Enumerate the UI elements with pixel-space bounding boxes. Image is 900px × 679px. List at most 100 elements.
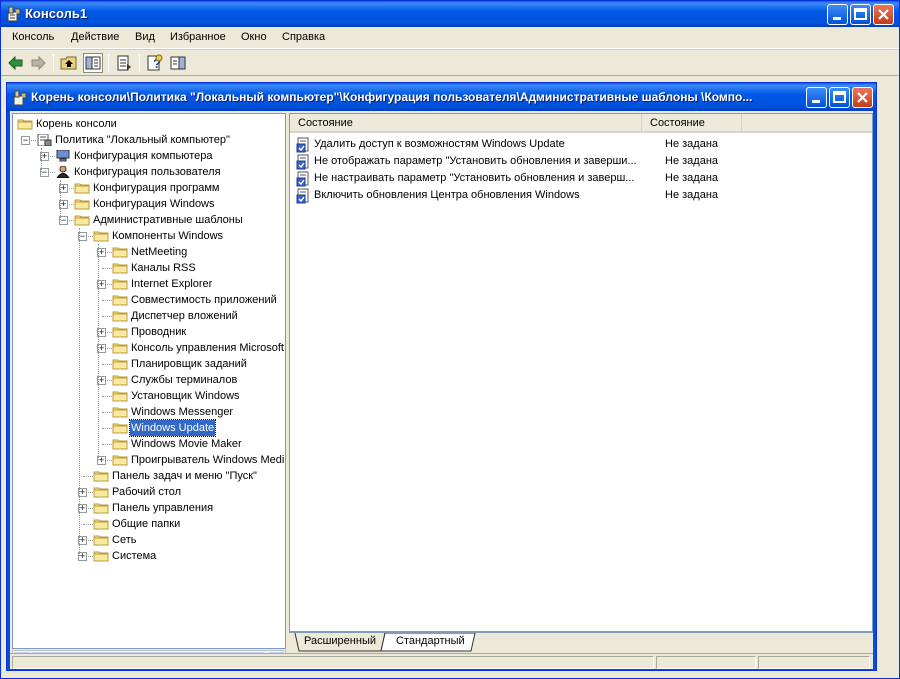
console-child-window: Корень консоли\Политика "Локальный компь… xyxy=(6,82,877,671)
minimize-button[interactable] xyxy=(827,4,848,25)
maximize-button[interactable] xyxy=(850,4,871,25)
setting-state: Не задана xyxy=(665,189,719,201)
folder-icon xyxy=(93,231,109,242)
tree-item[interactable]: + Конфигурация Windows xyxy=(13,196,285,212)
tree-item[interactable]: + Сеть xyxy=(13,532,285,548)
menu-console[interactable]: Консоль xyxy=(12,31,54,43)
tree-item[interactable]: + Internet Explorer xyxy=(13,276,285,292)
child-close-button[interactable] xyxy=(852,87,873,108)
list-item[interactable]: Удалить доступ к возможностям Windows Up… xyxy=(290,136,872,153)
up-one-level-button[interactable] xyxy=(59,53,79,73)
folder-icon xyxy=(93,471,109,482)
tree-item[interactable]: + NetMeeting xyxy=(13,244,285,260)
tree-item[interactable]: Windows Update xyxy=(13,419,285,437)
tree-item[interactable]: + Конфигурация компьютера xyxy=(13,148,285,164)
show-hide-tree-button[interactable] xyxy=(83,53,103,73)
tree-item[interactable]: + Проводник xyxy=(13,324,285,340)
tree-item[interactable]: Корень консоли xyxy=(13,116,285,132)
close-button[interactable] xyxy=(873,4,894,25)
folder-icon xyxy=(17,119,33,130)
menu-favorites[interactable]: Избранное xyxy=(170,31,226,43)
list-item[interactable]: Не настраивать параметр "Установить обно… xyxy=(290,170,872,187)
tree-item[interactable]: + Рабочий стол xyxy=(13,484,285,500)
view-tabs: Расширенный Стандартный xyxy=(289,632,873,652)
export-list-button[interactable] xyxy=(114,53,134,73)
back-button[interactable] xyxy=(6,53,26,73)
child-title-bar[interactable]: Корень консоли\Политика "Локальный компь… xyxy=(7,83,876,111)
column-header-state[interactable]: Состояние xyxy=(642,114,742,132)
menu-window[interactable]: Окно xyxy=(241,31,267,43)
help-button[interactable]: ? xyxy=(145,53,165,73)
folder-icon xyxy=(112,247,128,258)
folder-icon xyxy=(74,215,90,226)
policy-setting-icon xyxy=(296,154,309,170)
minimize-icon xyxy=(812,100,820,103)
collapse-icon[interactable]: − xyxy=(21,136,30,145)
tree-item[interactable]: − Политика "Локальный компьютер" xyxy=(13,132,285,148)
folder-icon xyxy=(112,311,128,322)
folder-icon xyxy=(112,391,128,402)
list-pane[interactable]: Состояние Состояние Удалить доступ к воз… xyxy=(289,113,873,632)
tree-item[interactable]: Windows Messenger xyxy=(13,404,285,420)
tree-item[interactable]: Windows Movie Maker xyxy=(13,436,285,452)
export-list-icon xyxy=(117,55,131,71)
list-item[interactable]: Не отображать параметр "Установить обнов… xyxy=(290,153,872,170)
tab-standard[interactable]: Стандартный xyxy=(388,633,473,651)
tree-item[interactable]: + Службы терминалов xyxy=(13,372,285,388)
setting-name: Включить обновления Центра обновления Wi… xyxy=(314,189,580,201)
tree-item[interactable]: + Конфигурация программ xyxy=(13,180,285,196)
tree-item[interactable]: − Административные шаблоны xyxy=(13,212,285,228)
tree-item[interactable]: Установщик Windows xyxy=(13,388,285,404)
child-minimize-button[interactable] xyxy=(806,87,827,108)
maximize-icon xyxy=(833,91,846,103)
status-bar xyxy=(10,653,873,669)
tree-item-label: Проигрыватель Windows Media xyxy=(131,454,286,466)
policy-setting-icon xyxy=(296,188,309,204)
tree-item-label: Конфигурация компьютера xyxy=(74,150,213,162)
tree-item[interactable]: Общие папки xyxy=(13,516,285,532)
user-icon xyxy=(56,166,70,178)
tree-pane[interactable]: Корень консоли − Политика "Локальный компь… xyxy=(12,113,286,649)
tree-item[interactable]: Совместимость приложений xyxy=(13,292,285,308)
tree-item[interactable]: Панель задач и меню "Пуск" xyxy=(13,468,285,484)
child-maximize-button[interactable] xyxy=(829,87,850,108)
tree-item[interactable]: + Проигрыватель Windows Media xyxy=(13,452,286,468)
tree-item-label: Каналы RSS xyxy=(131,262,196,274)
tree-item-label: Система xyxy=(112,550,157,562)
folder-icon xyxy=(74,199,90,210)
list-item[interactable]: Включить обновления Центра обновления Wi… xyxy=(290,187,872,204)
action-pane-icon xyxy=(170,56,186,70)
menu-action[interactable]: Действие xyxy=(71,31,119,43)
tree-item-label: Конфигурация Windows xyxy=(93,198,215,210)
tree-item[interactable]: Диспетчер вложений xyxy=(13,308,285,324)
tab-extended[interactable]: Расширенный xyxy=(296,633,384,651)
toolbar: ? xyxy=(1,49,899,76)
tree-item[interactable]: Планировщик заданий xyxy=(13,356,285,372)
show-hide-tree-icon xyxy=(85,56,101,70)
folder-icon xyxy=(112,375,128,386)
tree-item[interactable]: Каналы RSS xyxy=(13,260,285,276)
tree-item[interactable]: + Консоль управления Microsoft xyxy=(13,340,285,356)
menu-help[interactable]: Справка xyxy=(282,31,325,43)
tree-item-label: Windows Movie Maker xyxy=(131,438,242,450)
tree-item-label: Диспетчер вложений xyxy=(131,310,238,322)
up-icon xyxy=(60,56,77,70)
tree-item[interactable]: − Компоненты Windows xyxy=(13,228,285,244)
forward-button[interactable] xyxy=(28,53,48,73)
setting-state: Не задана xyxy=(665,172,719,184)
folder-icon xyxy=(93,503,109,514)
tree-item[interactable]: − Конфигурация пользователя xyxy=(13,164,285,180)
menu-view[interactable]: Вид xyxy=(135,31,155,43)
action-pane-button[interactable] xyxy=(168,53,188,73)
column-header-setting[interactable]: Состояние xyxy=(290,114,642,132)
title-bar[interactable]: Консоль1 xyxy=(1,1,899,27)
tree-item-label: NetMeeting xyxy=(131,246,188,258)
tree-item-label: Службы терминалов xyxy=(131,374,238,386)
tree-item[interactable]: + Система xyxy=(13,548,285,564)
status-cell-3 xyxy=(758,656,870,669)
child-body: Корень консоли − Политика "Локальный компь… xyxy=(10,111,873,669)
tree-item-label: Панель задач и меню "Пуск" xyxy=(112,470,257,482)
folder-icon xyxy=(112,439,128,450)
tree-item[interactable]: + Панель управления xyxy=(13,500,285,516)
folder-icon xyxy=(112,295,128,306)
